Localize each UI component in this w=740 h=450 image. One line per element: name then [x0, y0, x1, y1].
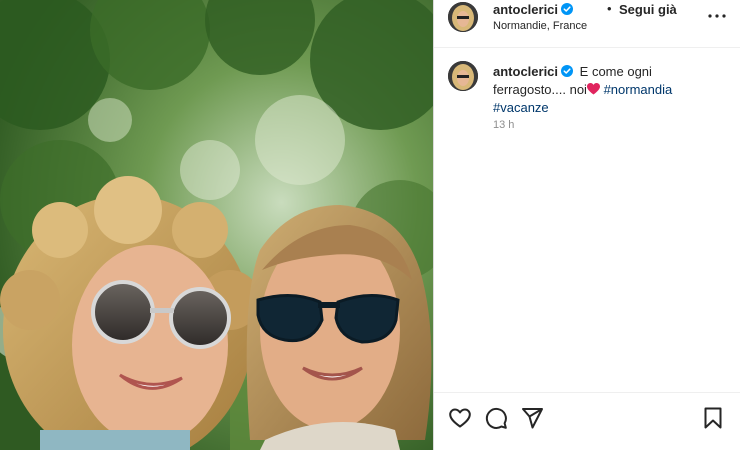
following-button[interactable]: Segui già: [619, 2, 677, 17]
avatar-image: [448, 61, 478, 91]
author-username[interactable]: antoclerici: [493, 2, 574, 17]
author-username-text[interactable]: antoclerici: [493, 2, 558, 17]
instagram-post: antoclerici • Segui già Normandie, Franc…: [0, 0, 740, 450]
post-side-panel: antoclerici • Segui già Normandie, Franc…: [433, 0, 740, 450]
post-header: antoclerici • Segui già Normandie, Franc…: [434, 0, 740, 48]
post-actions-bar: [434, 392, 740, 450]
caption-username[interactable]: antoclerici: [493, 64, 574, 79]
caption-author-avatar[interactable]: [448, 61, 478, 91]
post-location[interactable]: Normandie, France: [493, 20, 587, 32]
hashtag-normandia[interactable]: #normandia: [604, 82, 673, 97]
paper-plane-icon[interactable]: [520, 406, 544, 430]
bookmark-icon[interactable]: [701, 406, 725, 430]
selfie-image: [0, 0, 433, 450]
post-caption: antoclerici E come ogni ferragosto.... n…: [493, 63, 725, 117]
more-options-icon[interactable]: [707, 8, 727, 24]
comment-icon[interactable]: [484, 406, 508, 430]
hashtag-vacanze[interactable]: #vacanze: [493, 100, 549, 115]
avatar-image: [448, 2, 478, 32]
post-timestamp[interactable]: 13 h: [493, 119, 514, 131]
caption-username-text[interactable]: antoclerici: [493, 64, 558, 79]
red-heart-emoji-icon: [586, 83, 600, 95]
heart-icon[interactable]: [448, 406, 472, 430]
verified-badge-icon: [561, 65, 574, 77]
post-photo[interactable]: [0, 0, 433, 450]
author-avatar[interactable]: [448, 2, 478, 32]
header-separator: •: [607, 1, 612, 16]
verified-badge-icon: [561, 3, 574, 15]
